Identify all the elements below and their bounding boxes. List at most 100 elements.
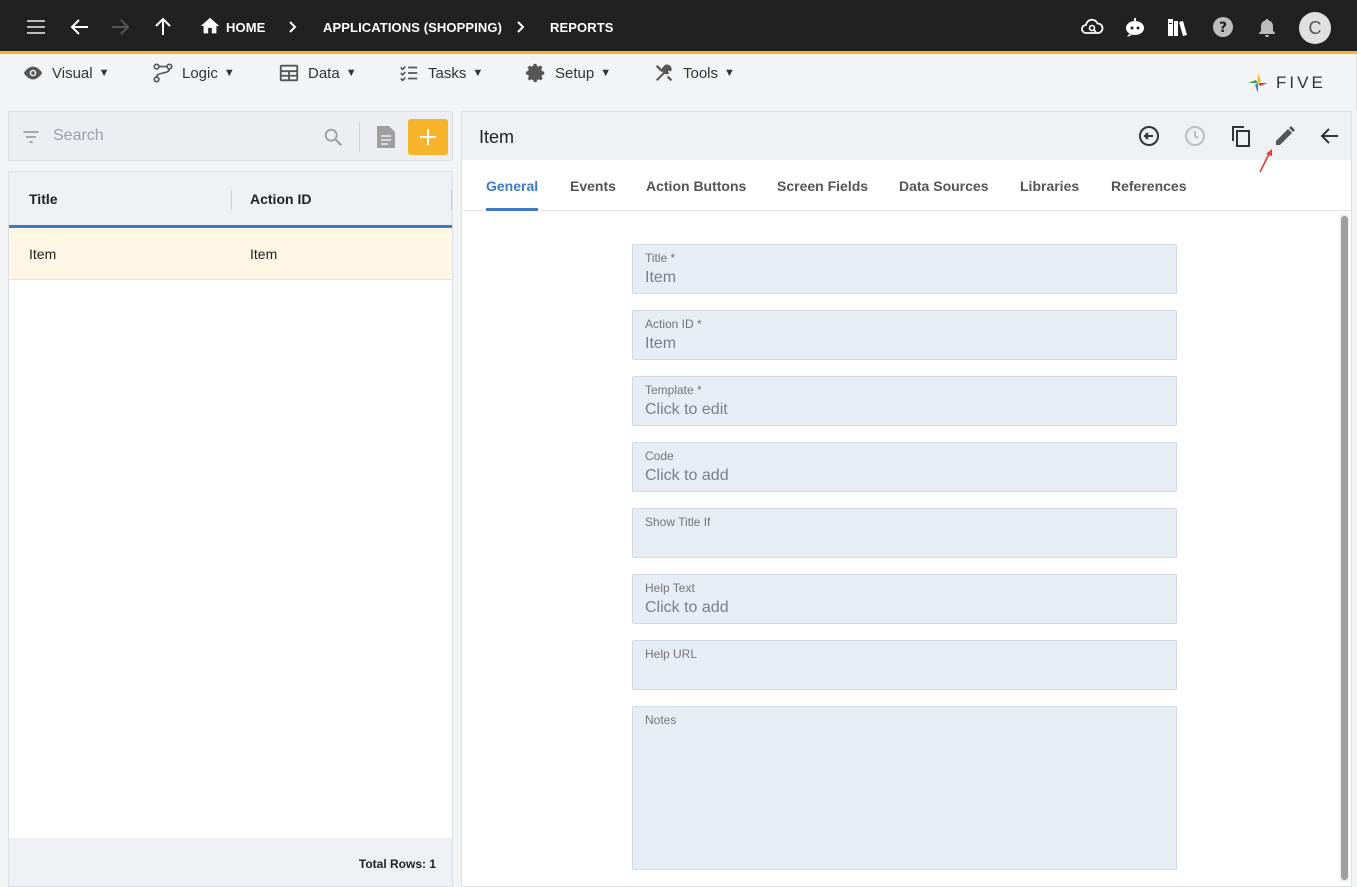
field-label: Notes bbox=[645, 713, 677, 727]
caret-down-icon: ▼ bbox=[600, 67, 612, 79]
records-list: Title Action ID Item Item Total Rows: 1 bbox=[8, 171, 453, 887]
books-icon[interactable] bbox=[1166, 15, 1190, 39]
tab-screen-fields[interactable]: Screen Fields bbox=[777, 178, 868, 194]
list-footer: Total Rows: 1 bbox=[9, 838, 452, 886]
menu-label: Visual bbox=[52, 64, 93, 82]
eye-icon bbox=[23, 66, 43, 80]
breadcrumb-reports[interactable]: REPORTS bbox=[550, 20, 614, 35]
menu-logic[interactable]: Logic ▼ bbox=[152, 62, 235, 84]
logo-text: FIVE bbox=[1276, 73, 1326, 92]
tab-events[interactable]: Events bbox=[570, 178, 616, 194]
clock-icon[interactable] bbox=[1183, 124, 1207, 148]
menu-tools[interactable]: Tools ▼ bbox=[653, 62, 735, 84]
svg-text:?: ? bbox=[1219, 20, 1227, 36]
field-label: Help Text bbox=[645, 581, 695, 595]
forward-icon[interactable] bbox=[108, 15, 132, 39]
menu-label: Tools bbox=[683, 64, 719, 82]
field-label: Action ID * bbox=[645, 317, 702, 331]
cloud-search-icon[interactable] bbox=[1080, 15, 1104, 39]
five-logo: FIVE bbox=[1246, 70, 1338, 96]
tab-libraries[interactable]: Libraries bbox=[1020, 178, 1079, 194]
menu-label: Data bbox=[308, 64, 340, 82]
field-label: Help URL bbox=[645, 647, 698, 661]
breadcrumb-applications[interactable]: APPLICATIONS (SHOPPING) bbox=[323, 20, 502, 35]
tasks-icon bbox=[400, 65, 418, 82]
detail-header: Item bbox=[462, 112, 1351, 160]
back-arrow-icon[interactable] bbox=[1318, 124, 1342, 148]
field-value: Item bbox=[645, 335, 677, 352]
title-field[interactable]: Title * Item bbox=[632, 244, 1177, 294]
menu-data[interactable]: Data ▼ bbox=[278, 62, 357, 84]
field-label: Template * bbox=[645, 383, 702, 397]
caret-down-icon: ▼ bbox=[472, 67, 484, 79]
field-label: Code bbox=[645, 449, 674, 463]
show-title-if-field[interactable]: Show Title If bbox=[632, 508, 1177, 558]
document-icon[interactable] bbox=[375, 124, 397, 150]
caret-down-icon: ▼ bbox=[223, 67, 235, 79]
tab-data-sources[interactable]: Data Sources bbox=[899, 178, 988, 194]
template-field[interactable]: Template * Click to edit bbox=[632, 376, 1177, 426]
history-back-icon[interactable] bbox=[1137, 124, 1161, 148]
home-icon[interactable] bbox=[199, 15, 223, 39]
tab-references[interactable]: References bbox=[1111, 178, 1187, 194]
scrollbar-thumb[interactable] bbox=[1341, 216, 1348, 880]
help-icon[interactable]: ? bbox=[1211, 15, 1235, 39]
column-header-action-id[interactable]: Action ID bbox=[250, 191, 311, 207]
search-icon[interactable] bbox=[322, 126, 344, 148]
tab-bar: General Events Action Buttons Screen Fie… bbox=[462, 160, 1351, 211]
field-label: Title * bbox=[645, 251, 676, 265]
menu-label: Setup bbox=[555, 64, 595, 82]
search-bar: Search bbox=[8, 111, 453, 161]
menu-visual[interactable]: Visual ▼ bbox=[22, 62, 109, 84]
detail-panel: Item General Events Action Buttons Scree… bbox=[461, 111, 1352, 887]
bell-icon[interactable] bbox=[1255, 15, 1279, 39]
table-icon bbox=[279, 64, 299, 82]
menu-icon[interactable] bbox=[24, 15, 48, 39]
search-input[interactable]: Search bbox=[53, 127, 104, 145]
cell-action-id: Item bbox=[250, 246, 278, 262]
gear-icon bbox=[525, 63, 545, 83]
chevron-right-icon bbox=[284, 17, 302, 37]
menu-label: Tasks bbox=[428, 64, 467, 82]
avatar[interactable]: C bbox=[1299, 12, 1331, 44]
menu-tasks[interactable]: Tasks ▼ bbox=[398, 62, 483, 84]
column-divider[interactable] bbox=[451, 190, 452, 210]
field-value: Click to add bbox=[645, 467, 729, 484]
notes-field[interactable]: Notes bbox=[632, 706, 1177, 870]
help-text-field[interactable]: Help Text Click to add bbox=[632, 574, 1177, 624]
edit-icon[interactable] bbox=[1273, 124, 1297, 148]
up-icon[interactable] bbox=[151, 15, 175, 39]
list-header: Title Action ID bbox=[9, 172, 452, 228]
filter-icon[interactable] bbox=[21, 127, 41, 147]
field-value: Click to add bbox=[645, 599, 729, 616]
menu-bar: Visual ▼ Logic ▼ Data ▼ Tasks ▼ Setup ▼ … bbox=[0, 54, 1357, 110]
tab-general[interactable]: General bbox=[486, 178, 538, 194]
action-id-field[interactable]: Action ID * Item bbox=[632, 310, 1177, 360]
help-url-field[interactable]: Help URL bbox=[632, 640, 1177, 690]
field-value: Click to edit bbox=[645, 401, 728, 418]
caret-down-icon: ▼ bbox=[724, 67, 735, 79]
menu-label: Logic bbox=[182, 64, 218, 82]
copy-icon[interactable] bbox=[1229, 124, 1253, 148]
chat-bot-icon[interactable] bbox=[1123, 15, 1147, 39]
column-header-title[interactable]: Title bbox=[29, 191, 58, 207]
column-divider[interactable] bbox=[231, 190, 232, 210]
add-button[interactable] bbox=[408, 119, 448, 155]
field-value: Item bbox=[645, 269, 677, 286]
menu-setup[interactable]: Setup ▼ bbox=[525, 62, 611, 84]
active-tab-indicator bbox=[486, 208, 538, 211]
divider bbox=[359, 122, 360, 152]
annotation-arrow-icon bbox=[1256, 146, 1280, 174]
five-logo-icon bbox=[1248, 73, 1268, 93]
back-icon[interactable] bbox=[68, 15, 92, 39]
top-bar: HOME APPLICATIONS (SHOPPING) REPORTS ? C bbox=[0, 0, 1357, 54]
breadcrumb-home[interactable]: HOME bbox=[226, 20, 265, 35]
tab-action-buttons[interactable]: Action Buttons bbox=[646, 178, 746, 194]
chevron-right-icon bbox=[512, 17, 530, 37]
tools-icon bbox=[655, 64, 673, 82]
table-row[interactable]: Item Item bbox=[9, 228, 452, 280]
scrollbar[interactable] bbox=[1340, 214, 1349, 882]
caret-down-icon: ▼ bbox=[345, 67, 357, 79]
logic-icon bbox=[153, 63, 173, 83]
code-field[interactable]: Code Click to add bbox=[632, 442, 1177, 492]
